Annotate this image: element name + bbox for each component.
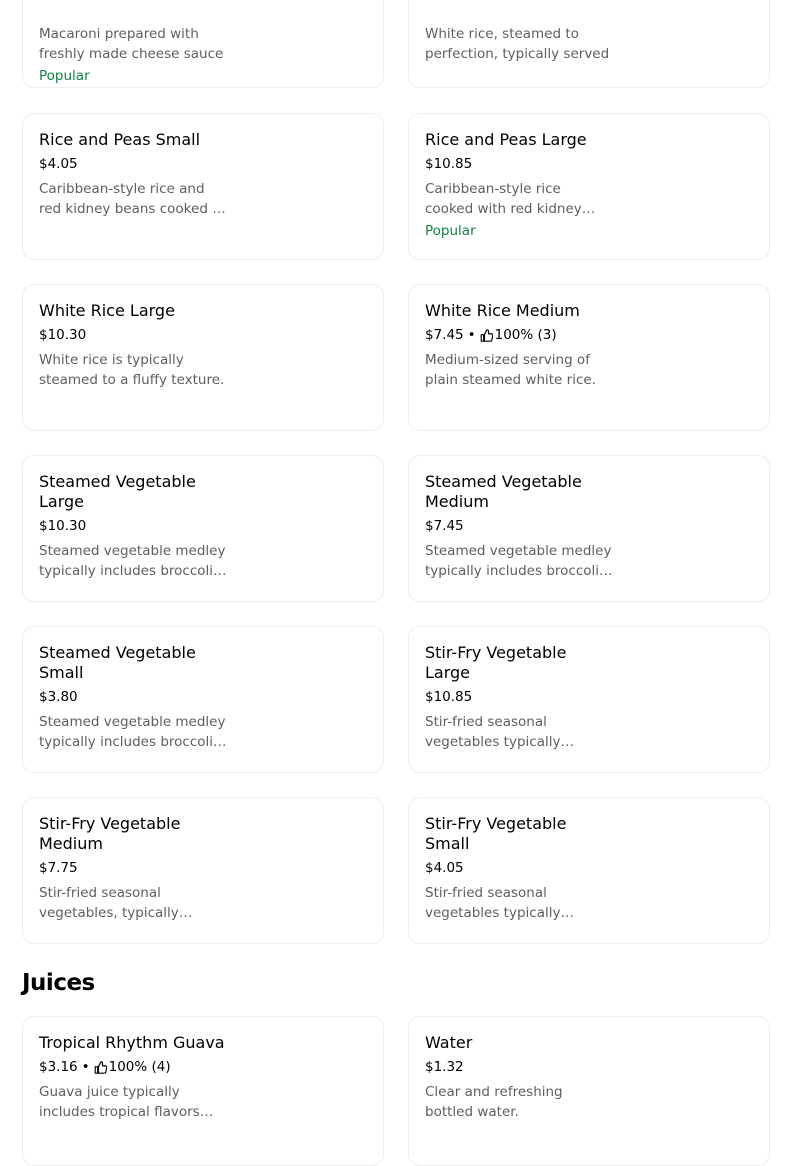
item-description: Caribbean-style rice cooked with red kid… xyxy=(425,181,582,217)
item-description: Macaroni prepared with freshly made chee… xyxy=(39,26,224,62)
item-price: $7.75 xyxy=(39,860,78,876)
item-name: Rice and Peas Large xyxy=(425,130,587,149)
menu-item-card[interactable]: Steamed Vegetable Medium $7.45 Steamed v… xyxy=(408,455,770,602)
item-name: Stir-Fry Vegetable Small xyxy=(425,814,567,853)
menu-item-card[interactable]: White Rice Medium $7.45 • 100% (3) Mediu… xyxy=(408,284,770,431)
item-name: Rice and Peas Small xyxy=(39,130,201,149)
menu-item-card[interactable]: Rice and Peas Large $10.85 Caribbean-sty… xyxy=(408,113,770,260)
item-name: Water xyxy=(425,1033,473,1052)
item-price-row: $7.75 xyxy=(39,859,229,877)
separator-dot: • xyxy=(467,327,476,343)
item-price: $4.05 xyxy=(425,860,464,876)
item-price: $3.16 xyxy=(39,1059,78,1075)
menu-item-card[interactable]: Steamed Vegetable Large $10.30 Steamed v… xyxy=(22,455,384,602)
item-description: White rice, steamed to perfection, typic… xyxy=(425,26,610,62)
rating-text: 100% (3) xyxy=(494,327,557,343)
item-price-row: $7.45 xyxy=(425,517,615,535)
item-name: Stir-Fry Vegetable Large xyxy=(425,643,567,682)
item-description: Stir-fried seasonal vegetables, typicall… xyxy=(39,885,179,921)
item-description: Steamed vegetable medley typically inclu… xyxy=(39,543,226,579)
menu-item-card[interactable]: White Rice Large $10.30 White rice is ty… xyxy=(22,284,384,431)
thumbs-up-icon xyxy=(480,328,494,342)
popular-badge: Popular xyxy=(39,68,90,84)
rating-text: 100% (4) xyxy=(108,1059,171,1075)
menu-item-card[interactable]: White rice, steamed to perfection, typic… xyxy=(408,0,770,88)
item-name: White Rice Large xyxy=(39,301,175,320)
menu-item-card[interactable]: Stir-Fry Vegetable Medium $7.75 Stir-fri… xyxy=(22,797,384,944)
item-name: Steamed Vegetable Large xyxy=(39,472,196,511)
item-description: White rice is typically steamed to a flu… xyxy=(39,352,225,388)
item-price: $10.85 xyxy=(425,689,473,705)
menu-item-card[interactable]: Stir-Fry Vegetable Large $10.85 Stir-fri… xyxy=(408,626,770,773)
item-name: Steamed Vegetable Medium xyxy=(425,472,582,511)
item-price: $10.30 xyxy=(39,518,87,534)
item-name: Tropical Rhythm Guava xyxy=(39,1033,225,1052)
item-price: $7.45 xyxy=(425,327,464,343)
item-price-row: $10.30 xyxy=(39,326,229,344)
item-description: Steamed vegetable medley typically inclu… xyxy=(39,714,226,750)
item-name: Steamed Vegetable Small xyxy=(39,643,196,682)
item-description: Caribbean-style rice and red kidney bean… xyxy=(39,181,225,217)
item-price-row: $3.80 xyxy=(39,688,229,706)
item-description: Guava juice typically includes tropical … xyxy=(39,1084,200,1120)
popular-badge: Popular xyxy=(425,223,476,239)
item-description: Medium-sized serving of plain steamed wh… xyxy=(425,352,596,388)
menu-item-card[interactable]: Macaroni prepared with freshly made chee… xyxy=(22,0,384,88)
item-description: Clear and refreshing bottled water. xyxy=(425,1084,563,1120)
item-price-row: $3.16 • 100% (4) xyxy=(39,1058,229,1076)
thumbs-up-icon xyxy=(94,1060,108,1074)
item-price-row: $10.85 xyxy=(425,155,615,173)
menu-item-card[interactable]: Rice and Peas Small $4.05 Caribbean-styl… xyxy=(22,113,384,260)
item-description: Stir-fried seasonal vegetables typically… xyxy=(425,885,561,921)
item-price-row: $4.05 xyxy=(39,155,229,173)
menu-item-card[interactable]: Tropical Rhythm Guava $3.16 • 100% (4) G… xyxy=(22,1016,384,1166)
item-price-row: $7.45 • 100% (3) xyxy=(425,326,615,344)
item-name: White Rice Medium xyxy=(425,301,580,320)
item-price-row: $1.32 xyxy=(425,1058,615,1076)
item-price: $10.30 xyxy=(39,327,87,343)
item-price: $10.85 xyxy=(425,156,473,172)
section-title-juices: Juices xyxy=(22,970,95,996)
item-price-row: $10.85 xyxy=(425,688,615,706)
menu-item-card[interactable]: Water $1.32 Clear and refreshing bottled… xyxy=(408,1016,770,1166)
item-description: Stir-fried seasonal vegetables typically… xyxy=(425,714,561,750)
item-price: $7.45 xyxy=(425,518,464,534)
menu-item-card[interactable]: Steamed Vegetable Small $3.80 Steamed ve… xyxy=(22,626,384,773)
item-price: $4.05 xyxy=(39,156,78,172)
item-price: $1.32 xyxy=(425,1059,464,1075)
item-description: Steamed vegetable medley typically inclu… xyxy=(425,543,612,579)
item-price-row: $4.05 xyxy=(425,859,615,877)
item-price-row: $10.30 xyxy=(39,517,229,535)
menu-item-card[interactable]: Stir-Fry Vegetable Small $4.05 Stir-frie… xyxy=(408,797,770,944)
item-price: $3.80 xyxy=(39,689,78,705)
separator-dot: • xyxy=(81,1059,90,1075)
item-name: Stir-Fry Vegetable Medium xyxy=(39,814,181,853)
